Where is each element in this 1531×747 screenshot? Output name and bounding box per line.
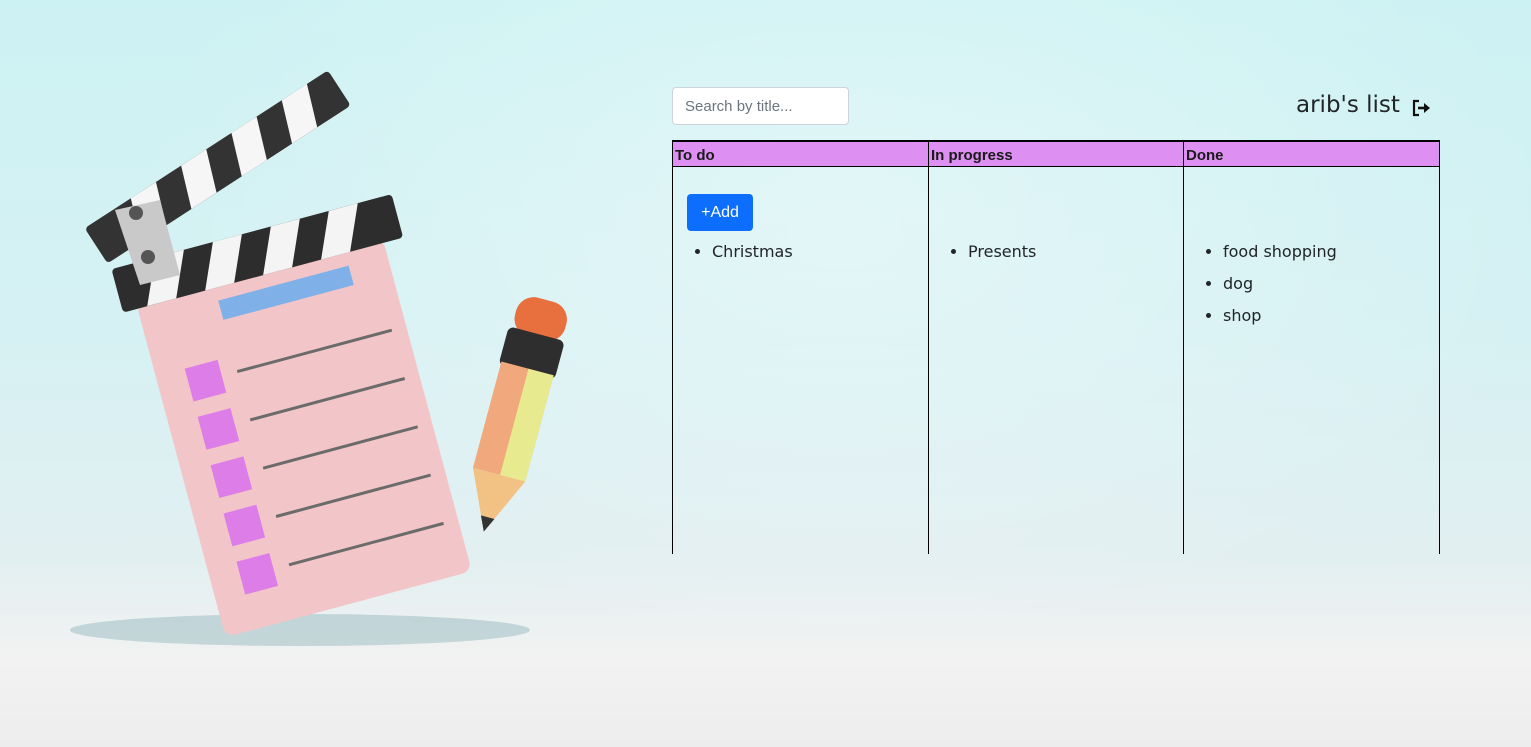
- task-list: Presents: [929, 241, 1036, 273]
- column-todo: To do +Add Christmas: [672, 140, 928, 554]
- column-header: To do: [673, 140, 928, 167]
- list-item[interactable]: shop: [1223, 305, 1337, 337]
- column-header: Done: [1184, 140, 1439, 167]
- task-list: Christmas: [673, 241, 793, 273]
- sign-out-icon[interactable]: [1412, 99, 1432, 117]
- column-done: Done food shopping dog shop: [1183, 140, 1440, 554]
- add-task-button[interactable]: +Add: [687, 194, 753, 231]
- list-item[interactable]: food shopping: [1223, 241, 1337, 273]
- list-item[interactable]: Presents: [968, 241, 1036, 273]
- list-title: arib's list: [1296, 92, 1400, 118]
- clapperboard-illustration: [70, 71, 567, 646]
- list-item[interactable]: dog: [1223, 273, 1337, 305]
- column-header: In progress: [929, 140, 1184, 167]
- column-in-progress: In progress Presents: [928, 140, 1184, 554]
- task-list: food shopping dog shop: [1184, 241, 1337, 337]
- search-input[interactable]: [672, 87, 849, 125]
- kanban-board: To do +Add Christmas In progress Present…: [672, 140, 1440, 554]
- list-item[interactable]: Christmas: [712, 241, 793, 273]
